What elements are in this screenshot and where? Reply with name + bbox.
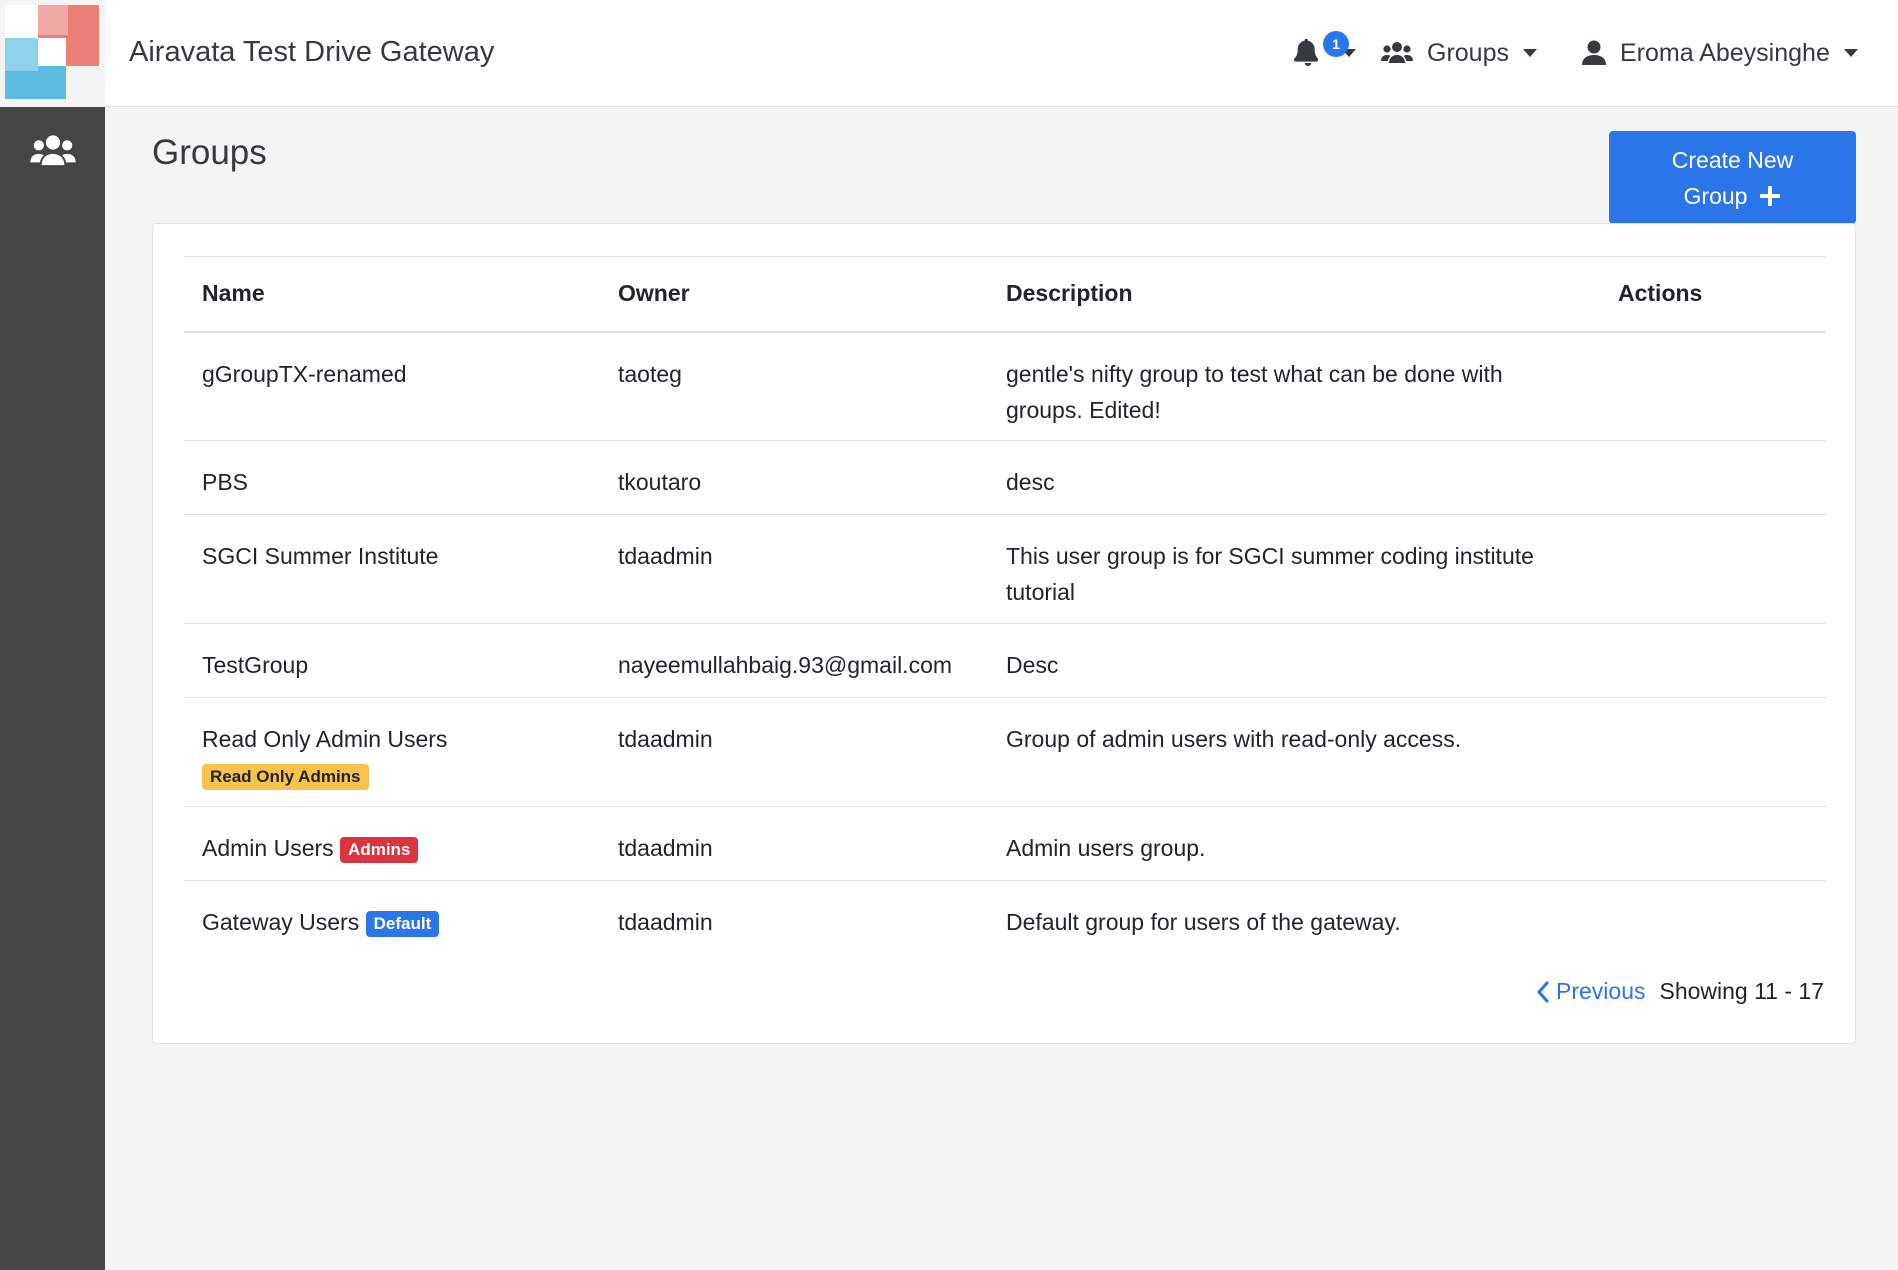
create-button-label-line2: Group: [1684, 178, 1782, 214]
group-actions: [1600, 623, 1826, 698]
group-name: PBS: [184, 440, 600, 515]
group-owner: tdaadmin: [600, 806, 988, 881]
group-description: Group of admin users with read-only acce…: [988, 697, 1600, 807]
pagination-status: Showing 11 - 17: [1659, 978, 1824, 1004]
users-icon: [29, 135, 76, 166]
table-row[interactable]: Gateway Users Default tdaadmin Default g…: [184, 881, 1826, 955]
notifications-dropdown[interactable]: 1: [1294, 30, 1364, 76]
group-description: Default group for users of the gateway.: [1006, 909, 1401, 935]
default-badge: Default: [365, 910, 440, 937]
admins-badge: Admins: [340, 836, 419, 863]
plus-icon: [1760, 185, 1781, 206]
page-title: Groups: [152, 133, 267, 172]
group-name: Gateway Users: [202, 909, 360, 935]
gateway-logo[interactable]: [0, 0, 105, 107]
bell-icon: [1294, 39, 1319, 66]
groups-card: Name Owner Description Actions gGroupTX-…: [152, 223, 1856, 1044]
table-row[interactable]: TestGroup nayeemullahbaig.93@gmail.com D…: [184, 623, 1826, 698]
table-row[interactable]: Admin Users Admins tdaadmin Admin users …: [184, 806, 1826, 881]
user-name: Eroma Abeysinghe: [1620, 38, 1830, 67]
group-owner: tdaadmin: [600, 697, 988, 807]
group-name-cell: Gateway Users Default: [184, 881, 600, 955]
header-name: Name: [184, 256, 600, 333]
users-icon: [1381, 42, 1413, 63]
group-description: Desc: [988, 623, 1600, 698]
group-owner: nayeemullahbaig.93@gmail.com: [600, 623, 988, 698]
group-description: gentle's nifty group to test what can be…: [988, 331, 1600, 441]
group-owner: taoteg: [600, 331, 988, 441]
header-actions: Actions: [1600, 256, 1826, 333]
previous-label: Previous: [1556, 978, 1646, 1004]
top-navbar: Airavata Test Drive Gateway 1 Groups Ero…: [0, 0, 1898, 107]
chevron-left-icon: [1537, 981, 1549, 1002]
group-description: desc: [988, 440, 1600, 515]
app-title[interactable]: Airavata Test Drive Gateway: [129, 36, 494, 69]
create-button-label-line1: Create New: [1671, 146, 1794, 173]
sidebar: [0, 107, 105, 1270]
group-actions: [1600, 331, 1826, 441]
table-header-row: Name Owner Description Actions: [184, 256, 1826, 333]
create-button-label-group: Group: [1683, 182, 1748, 209]
table-row[interactable]: gGroupTX-renamed taoteg gentle's nifty g…: [184, 331, 1826, 441]
group-actions: [1600, 514, 1826, 624]
groups-table: Name Owner Description Actions gGroupTX-…: [184, 256, 1826, 955]
group-name: TestGroup: [184, 623, 600, 698]
previous-page-link[interactable]: Previous: [1536, 978, 1645, 1005]
group-actions: [1600, 697, 1826, 807]
group-description: Admin users group.: [988, 806, 1600, 881]
group-owner: tdaadmin: [618, 909, 713, 935]
notification-count-badge: 1: [1323, 31, 1349, 57]
group-name-cell: Read Only Admin Users Read Only Admins: [184, 697, 600, 807]
header-description: Description: [988, 256, 1600, 333]
group-name: Admin Users: [202, 835, 334, 861]
chevron-down-icon: [1522, 49, 1537, 57]
group-owner: tkoutaro: [600, 440, 988, 515]
table-row[interactable]: PBS tkoutaro desc: [184, 440, 1826, 515]
header-owner: Owner: [600, 256, 988, 333]
user-menu-dropdown[interactable]: Eroma Abeysinghe: [1582, 30, 1882, 76]
user-icon: [1582, 40, 1606, 65]
group-actions: [1600, 440, 1826, 515]
group-actions: [1600, 881, 1826, 955]
group-name-cell: Admin Users Admins: [184, 806, 600, 881]
pagination: Previous Showing 11 - 17: [1536, 978, 1824, 1005]
read-only-admins-badge: Read Only Admins: [202, 763, 369, 790]
group-owner: tdaadmin: [600, 514, 988, 624]
sidebar-item-groups[interactable]: [0, 121, 105, 181]
groups-nav-label: Groups: [1427, 38, 1509, 67]
group-name: SGCI Summer Institute: [184, 514, 600, 624]
group-actions: [1600, 806, 1826, 881]
chevron-down-icon: [1843, 49, 1858, 57]
group-name: Read Only Admin Users: [202, 726, 448, 752]
group-description: This user group is for SGCI summer codin…: [988, 514, 1600, 624]
groups-dropdown[interactable]: Groups: [1381, 30, 1561, 76]
table-row[interactable]: SGCI Summer Institute tdaadmin This user…: [184, 514, 1826, 624]
create-new-group-button[interactable]: Create New Group: [1609, 131, 1856, 224]
group-name: gGroupTX-renamed: [184, 331, 600, 441]
table-row[interactable]: Read Only Admin Users Read Only Admins t…: [184, 697, 1826, 807]
